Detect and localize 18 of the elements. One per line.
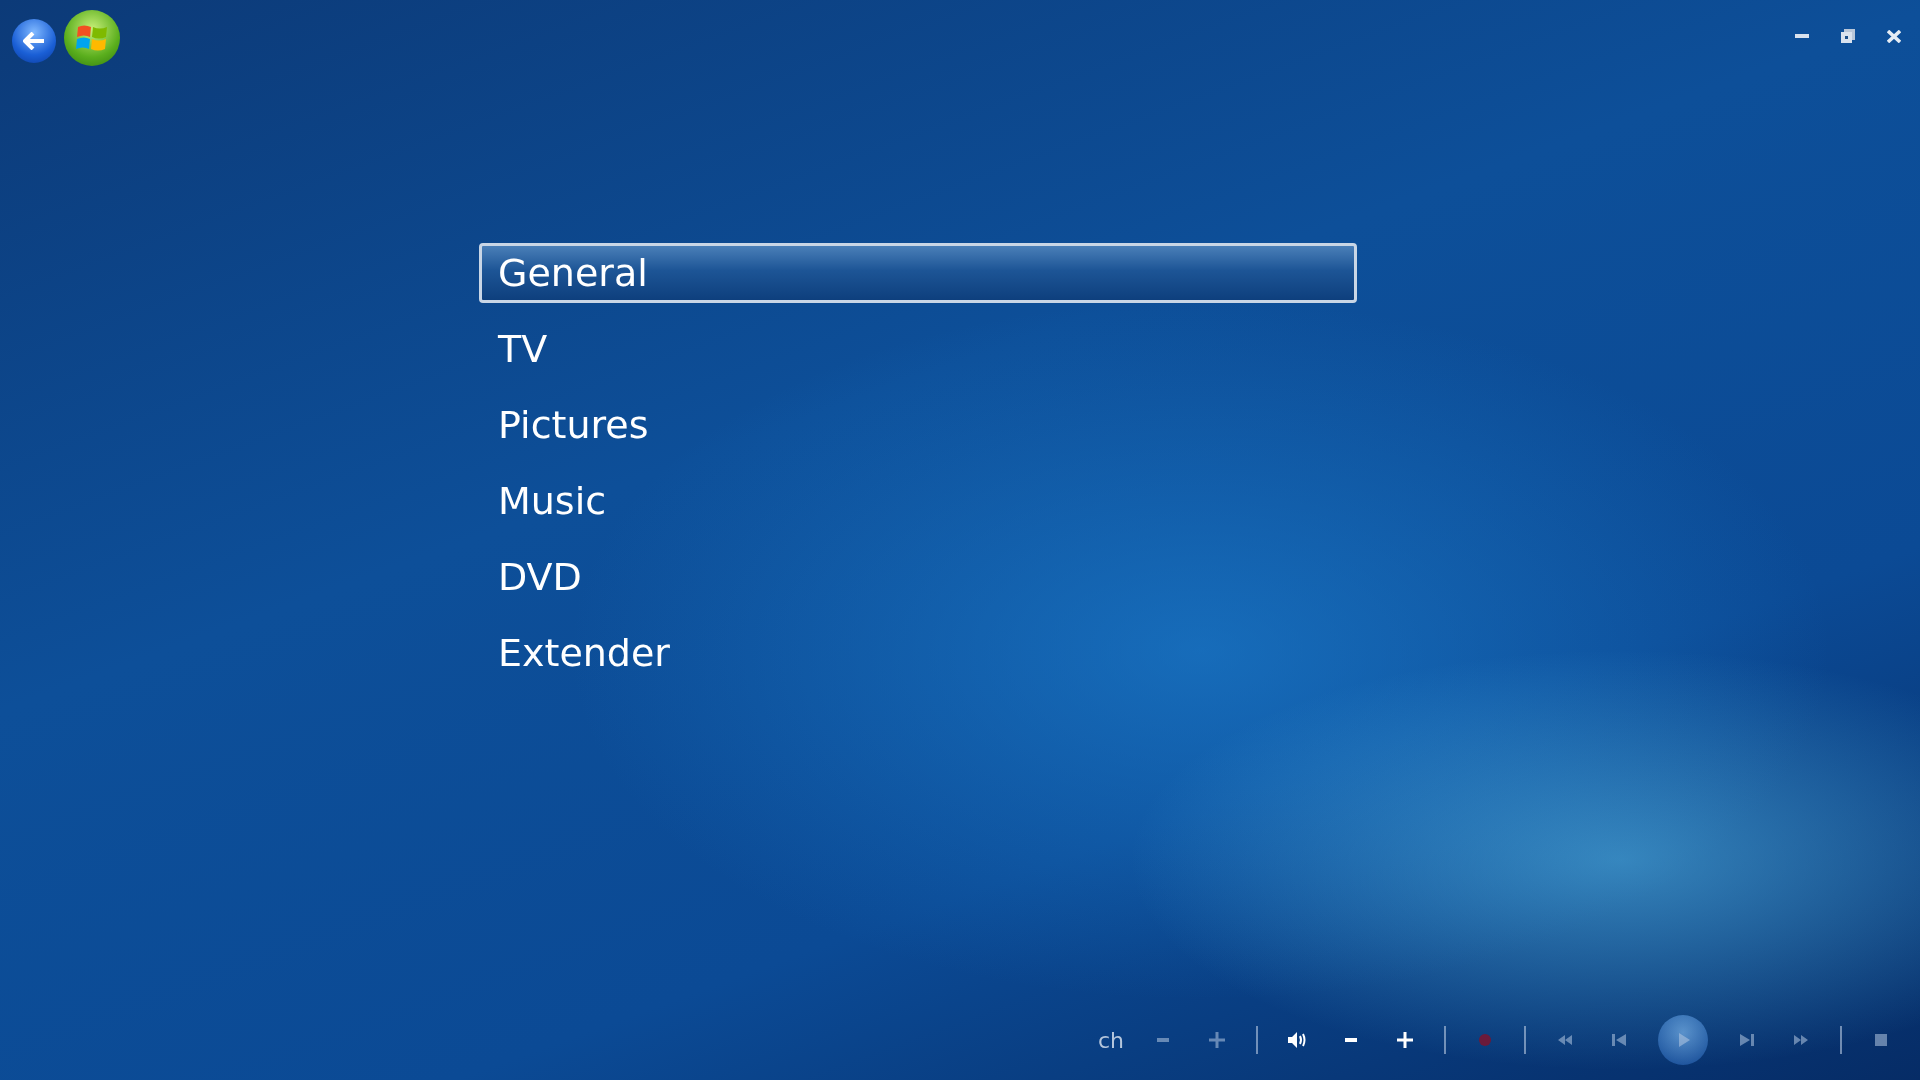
- left-arrow-icon: [23, 32, 45, 50]
- menu-item[interactable]: DVD: [479, 547, 1357, 607]
- menu-item[interactable]: Music: [479, 471, 1357, 531]
- restore-icon: [1841, 29, 1855, 43]
- minimize-icon: [1795, 33, 1809, 39]
- windows-flag-icon: [76, 23, 108, 53]
- menu-item[interactable]: General: [479, 243, 1357, 303]
- plus-icon: [1394, 1029, 1416, 1051]
- back-button[interactable]: [12, 19, 56, 63]
- start-button[interactable]: [64, 10, 120, 66]
- close-icon: [1887, 29, 1901, 43]
- menu-item[interactable]: TV: [479, 319, 1357, 379]
- menu-item[interactable]: Pictures: [479, 395, 1357, 455]
- menu-item[interactable]: Extender: [479, 623, 1357, 683]
- minus-icon: [1157, 1038, 1169, 1042]
- minus-icon: [1345, 1038, 1357, 1042]
- channel-label: ch: [1097, 1027, 1124, 1053]
- plus-icon: [1206, 1029, 1228, 1051]
